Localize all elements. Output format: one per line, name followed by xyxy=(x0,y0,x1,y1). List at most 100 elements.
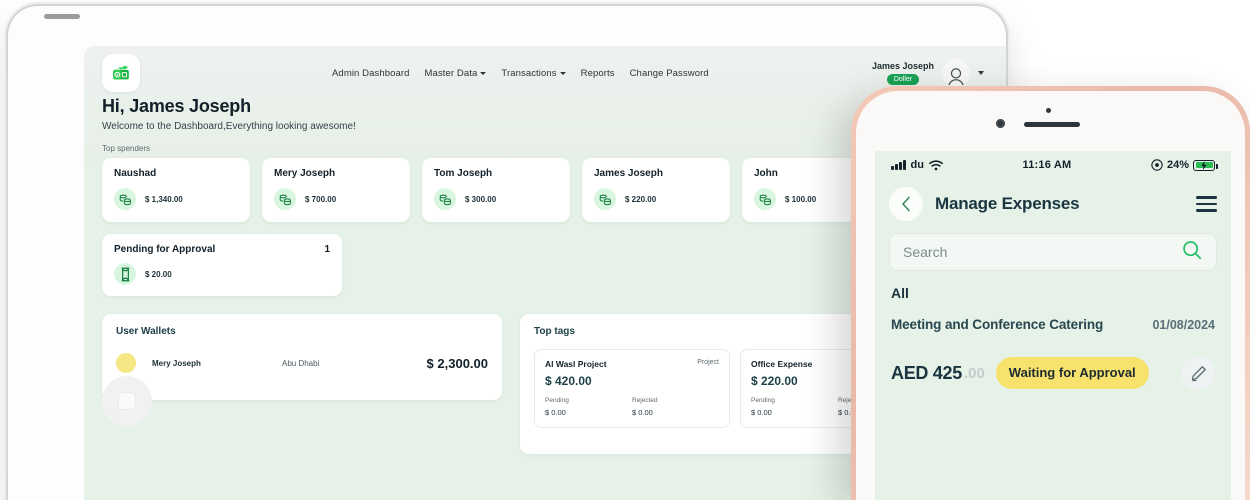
search-placeholder: Search xyxy=(903,244,948,260)
chevron-left-icon xyxy=(901,196,910,212)
home-button[interactable] xyxy=(102,376,152,426)
expense-item-header: Meeting and Conference Catering 01/08/20… xyxy=(891,317,1215,332)
user-currency-badge: Doller xyxy=(886,73,920,86)
user-meta: James Joseph Doller xyxy=(872,61,934,86)
battery-charging-icon xyxy=(1193,159,1218,171)
tag-stat-pending: Pending $ 0.00 xyxy=(751,397,838,417)
edit-expense-button[interactable] xyxy=(1181,356,1215,390)
pending-card-header: Pending for Approval 1 xyxy=(114,244,330,255)
screenshot-stage: Admin Dashboard Master Data Transactions… xyxy=(0,0,1250,500)
avatar[interactable] xyxy=(942,59,970,87)
tag-stat-pending: Pending $ 0.00 xyxy=(545,397,632,417)
search-icon[interactable] xyxy=(1181,239,1203,266)
filter-tab-all[interactable]: All xyxy=(875,271,1231,301)
status-bar-time: 11:16 AM xyxy=(1022,159,1072,171)
chevron-down-icon xyxy=(559,71,566,75)
tag-amount: $ 420.00 xyxy=(545,374,592,388)
expense-amount-cents: .00 xyxy=(963,364,985,382)
tag-card-header: Al Wasl Project Project xyxy=(545,359,719,369)
nav-label: Reports xyxy=(580,67,615,79)
pencil-edit-icon xyxy=(1191,365,1206,381)
spender-amount: $ 700.00 xyxy=(305,194,337,204)
status-badge: Waiting for Approval xyxy=(995,357,1149,389)
tag-card[interactable]: Al Wasl Project Project $ 420.00 Pending… xyxy=(534,349,730,428)
coins-icon xyxy=(754,188,776,210)
search-input[interactable]: Search xyxy=(889,233,1217,271)
wallet-avatar xyxy=(116,353,136,373)
tag-pending-label: Pending xyxy=(545,397,569,404)
spender-amount-row: $ 700.00 xyxy=(274,188,398,210)
dashboard-topbar: Admin Dashboard Master Data Transactions… xyxy=(84,46,1006,92)
tag-pending-label: Pending xyxy=(751,397,775,404)
expense-list-item[interactable]: Meeting and Conference Catering 01/08/20… xyxy=(875,301,1231,390)
pending-amount-row: $ 20.00 xyxy=(114,263,330,285)
battery-fill xyxy=(1195,160,1213,170)
tag-type: Project xyxy=(697,359,719,366)
spender-amount: $ 100.00 xyxy=(785,194,817,204)
spender-card[interactable]: Mery Joseph $ 700.00 xyxy=(262,158,410,222)
pending-count: 1 xyxy=(324,244,330,255)
coins-icon xyxy=(114,188,136,210)
home-button-icon xyxy=(118,392,136,410)
nav-item-master-data[interactable]: Master Data xyxy=(425,68,487,79)
laptop-hinge xyxy=(44,14,80,19)
avatar-person-icon xyxy=(948,68,964,87)
coins-icon xyxy=(434,188,456,210)
tag-name: Office Expense xyxy=(751,359,813,369)
tag-pending-value: $ 0.00 xyxy=(751,408,772,417)
spender-amount: $ 1,340.00 xyxy=(145,194,183,204)
spender-name: Tom Joseph xyxy=(434,168,493,179)
location-services-icon xyxy=(1151,159,1163,171)
earpiece-speaker xyxy=(1024,122,1080,127)
spender-amount-row: $ 220.00 xyxy=(594,188,718,210)
app-header: Manage Expenses xyxy=(875,179,1231,227)
pending-title: Pending for Approval xyxy=(114,244,216,255)
nav-item-reports[interactable]: Reports xyxy=(581,68,615,79)
nav-label: Admin Dashboard xyxy=(332,67,410,79)
tag-rejected-label: Rejected xyxy=(632,397,658,404)
wallet-money-icon xyxy=(113,65,129,80)
app-logo[interactable] xyxy=(102,54,140,92)
expense-name: Meeting and Conference Catering xyxy=(891,317,1104,332)
back-button[interactable] xyxy=(889,187,923,221)
chevron-down-icon xyxy=(480,71,487,75)
phone-screen: du 11:16 AM 24% Manage Expenses Search A… xyxy=(875,151,1231,500)
phone-status-bar: du 11:16 AM 24% xyxy=(875,151,1231,179)
spender-name: Mery Joseph xyxy=(274,168,336,179)
pending-approval-card[interactable]: Pending for Approval 1 $ 20.00 xyxy=(102,234,342,296)
spender-card[interactable]: James Joseph $ 220.00 xyxy=(582,158,730,222)
coins-icon xyxy=(274,188,296,210)
user-name: James Joseph xyxy=(871,60,934,71)
main-nav: Admin Dashboard Master Data Transactions… xyxy=(332,68,709,79)
status-bar-left: du xyxy=(891,159,943,171)
spender-amount-row: $ 300.00 xyxy=(434,188,558,210)
tag-name: Al Wasl Project xyxy=(545,359,607,369)
nav-item-transactions[interactable]: Transactions xyxy=(501,67,566,79)
wifi-icon xyxy=(929,159,943,170)
hamburger-menu-icon[interactable] xyxy=(1196,196,1217,212)
hourglass-icon xyxy=(114,263,136,285)
proximity-sensor-icon xyxy=(1046,108,1051,113)
spender-name: Naushad xyxy=(114,168,157,179)
chevron-down-icon xyxy=(978,71,984,75)
phone-device-frame: du 11:16 AM 24% Manage Expenses Search A… xyxy=(851,86,1250,500)
wallet-balance: $ 2,300.00 xyxy=(426,355,488,371)
spender-amount: $ 220.00 xyxy=(625,194,657,204)
expense-item-footer: AED 425 .00 Waiting for Approval xyxy=(891,356,1215,390)
spender-amount-row: $ 1,340.00 xyxy=(114,188,238,210)
nav-label: Master Data xyxy=(424,67,478,79)
wallet-row[interactable]: Mery Joseph Abu Dhabi $ 2,300.00 xyxy=(116,353,488,373)
wallet-city: Abu Dhabi xyxy=(282,358,320,368)
spender-card[interactable]: Naushad $ 1,340.00 xyxy=(102,158,250,222)
user-profile-menu[interactable]: James Joseph Doller xyxy=(872,59,984,87)
expense-date: 01/08/2024 xyxy=(1152,318,1215,332)
user-wallets-panel: User Wallets Mery Joseph Abu Dhabi $ 2,3… xyxy=(102,314,502,400)
nav-label: Transactions xyxy=(501,67,557,79)
front-camera-icon xyxy=(996,119,1005,128)
tag-stats: Pending $ 0.00 Rejected $ 0.00 xyxy=(545,397,719,417)
nav-item-admin-dashboard[interactable]: Admin Dashboard xyxy=(332,68,410,79)
wallet-user-name: Mery Joseph xyxy=(152,358,201,368)
nav-item-change-password[interactable]: Change Password xyxy=(630,68,709,79)
spender-name: James Joseph xyxy=(594,168,663,179)
spender-card[interactable]: Tom Joseph $ 300.00 xyxy=(422,158,570,222)
